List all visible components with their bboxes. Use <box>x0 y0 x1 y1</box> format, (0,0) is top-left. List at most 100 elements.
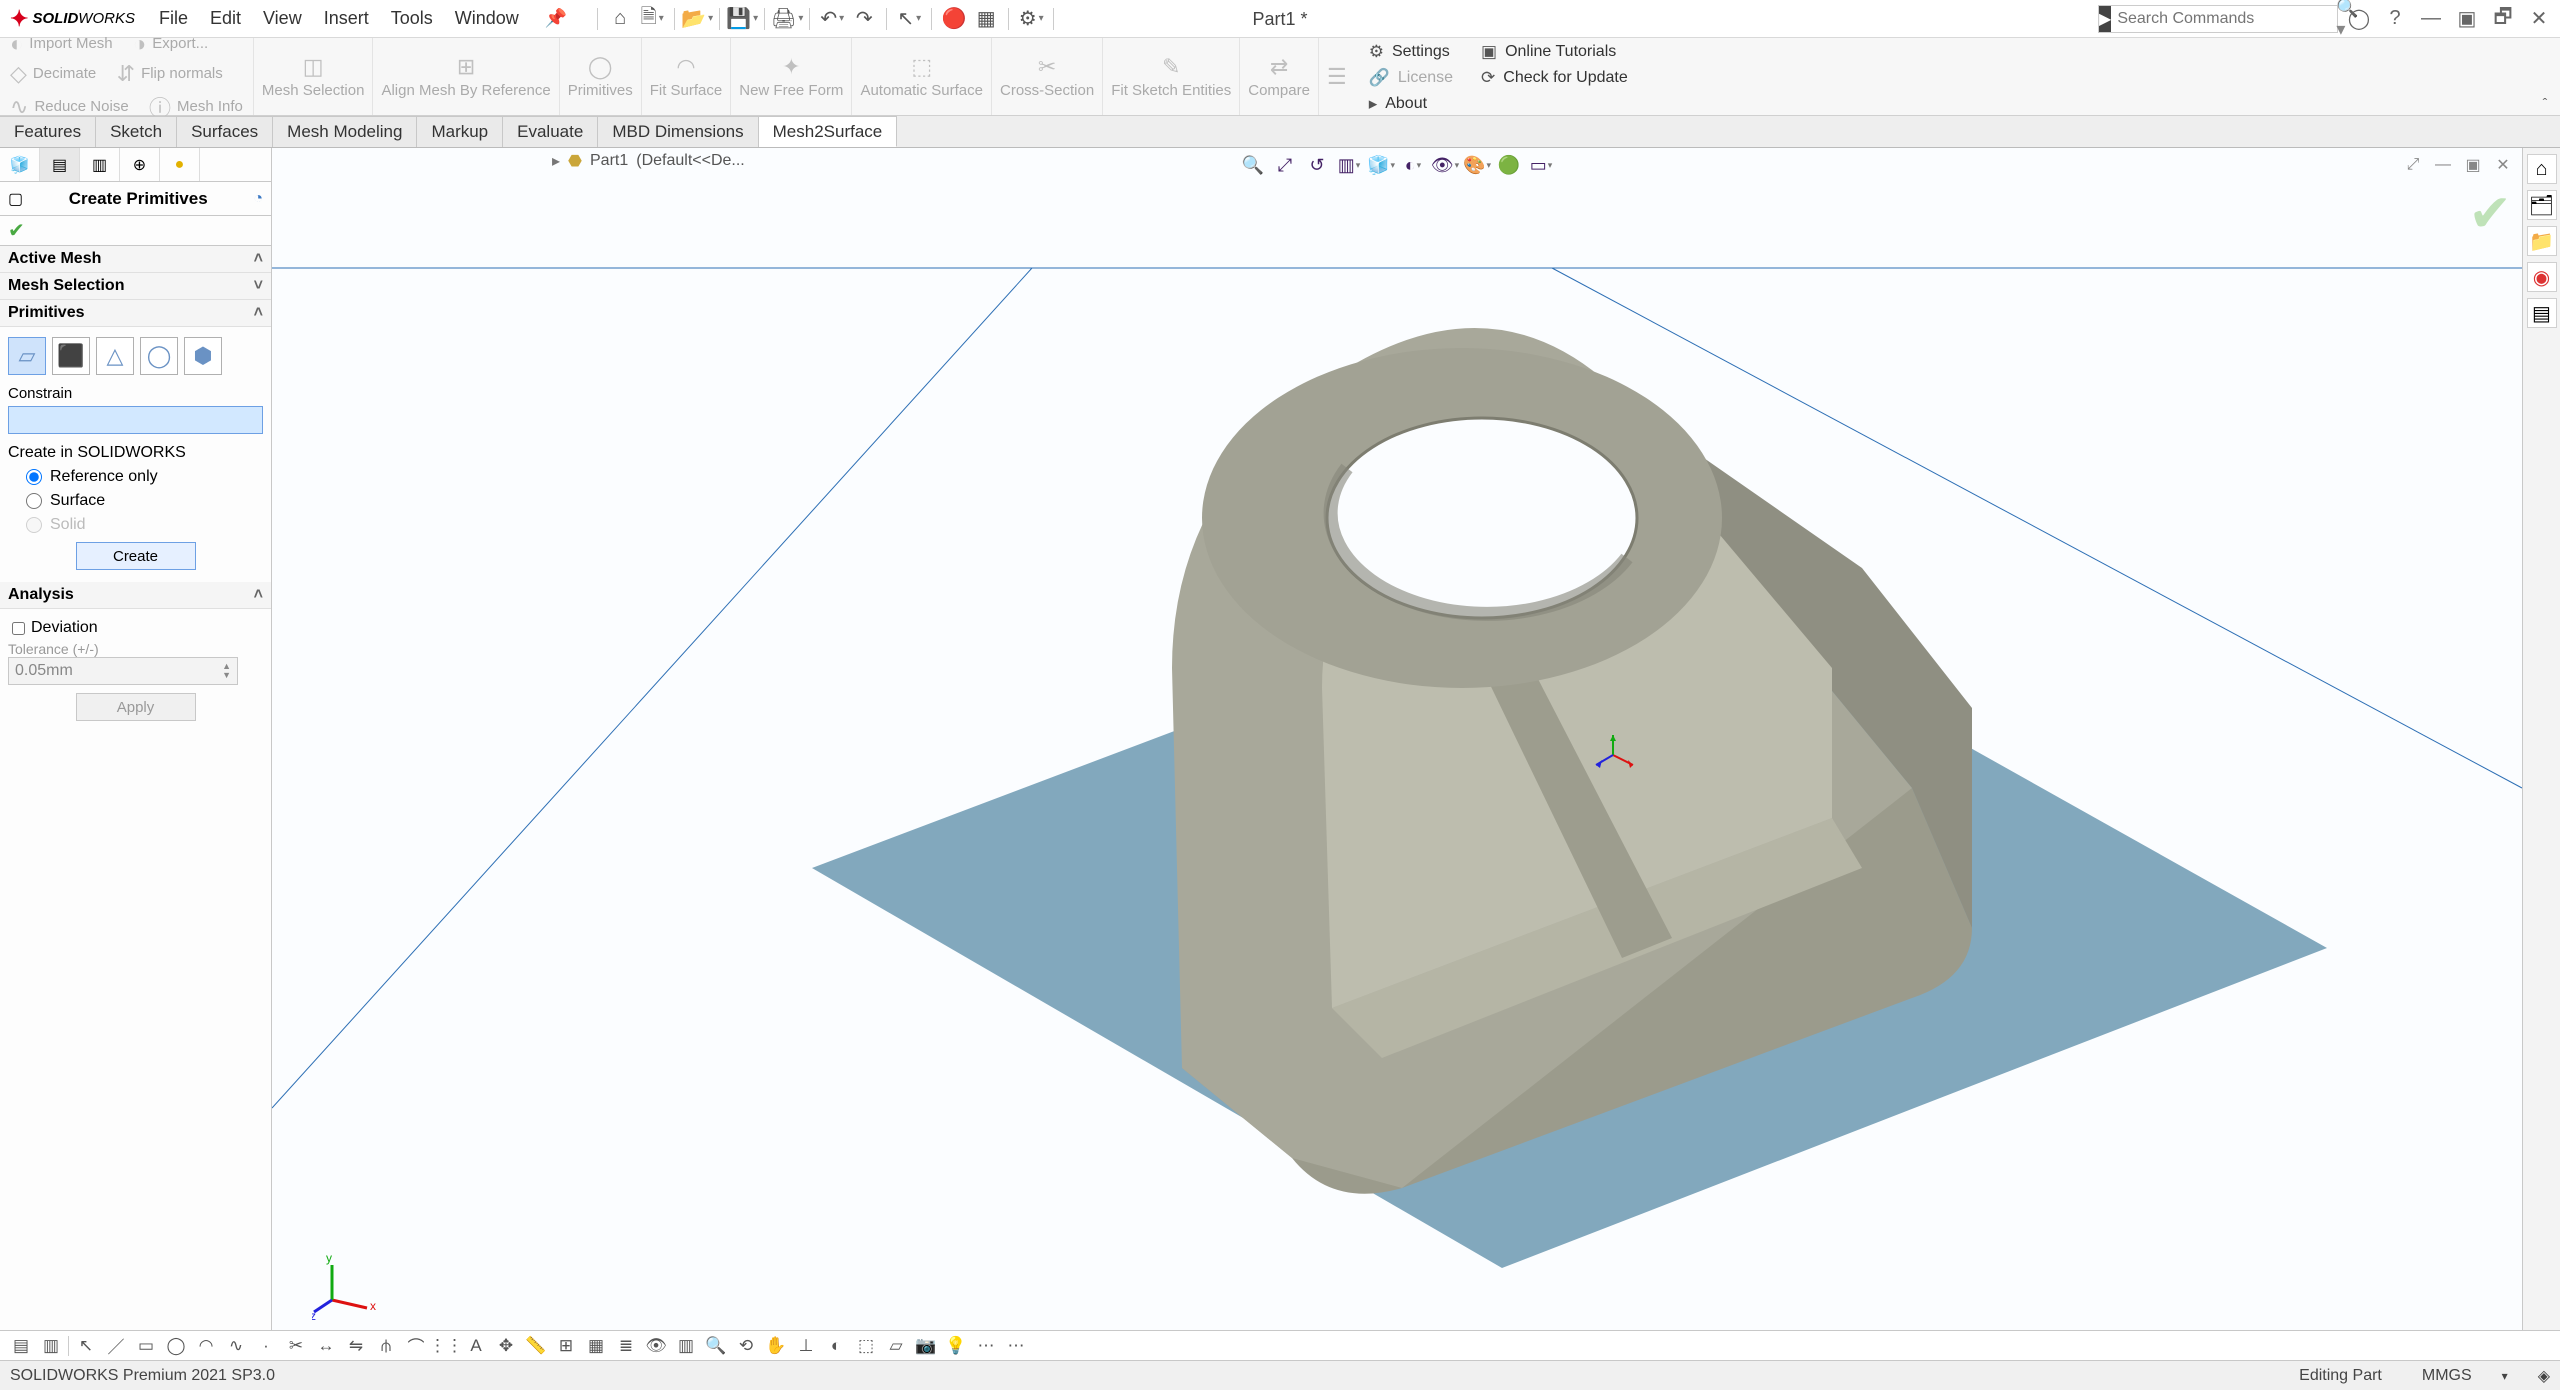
tab-sketch[interactable]: Sketch <box>96 116 177 147</box>
undo-icon[interactable]: ↶ <box>818 5 846 33</box>
trim-tool-icon[interactable]: ✂ <box>283 1333 309 1359</box>
camera-tool-icon[interactable]: 📷 <box>913 1333 939 1359</box>
settings-icon[interactable]: ⚙ <box>1017 5 1045 33</box>
prim-box-icon[interactable]: ⬢ <box>184 337 222 375</box>
more1-icon[interactable]: ⋯ <box>973 1333 999 1359</box>
ribbon-free-form[interactable]: ✦New Free Form <box>731 38 852 115</box>
view-orient-icon[interactable]: 🧊 <box>1368 152 1394 178</box>
tab-display-icon[interactable]: ⊕ <box>120 148 160 181</box>
ribbon-blank[interactable]: ☰ <box>1319 38 1355 115</box>
resources-icon[interactable]: 🗂 <box>2527 190 2557 220</box>
hide-show-icon[interactable]: 👁 <box>1432 152 1458 178</box>
ribbon-primitives[interactable]: ◯Primitives <box>560 38 642 115</box>
tutorials-row[interactable]: ▣Online Tutorials <box>1481 42 1628 62</box>
sect-primitives[interactable]: Primitives˄ <box>0 300 271 327</box>
create-button[interactable]: Create <box>76 542 196 570</box>
text-tool-icon[interactable]: A <box>463 1333 489 1359</box>
print-icon[interactable]: 🖨 <box>773 5 801 33</box>
sect-mesh-selection[interactable]: Mesh Selection˅ <box>0 273 271 300</box>
license-row[interactable]: 🔗License <box>1369 68 1453 88</box>
maximize-icon[interactable]: 🗗 <box>2488 4 2518 34</box>
deviation-checkbox[interactable]: Deviation <box>12 619 263 637</box>
ok-check-icon[interactable]: ✔ <box>8 218 25 243</box>
radio-surface[interactable]: Surface <box>26 492 263 510</box>
tab-markup[interactable]: Markup <box>417 116 503 147</box>
flip-label[interactable]: Flip normals <box>141 65 223 82</box>
circle-tool-icon[interactable]: ◯ <box>163 1333 189 1359</box>
view-palette-icon[interactable]: ◉ <box>2527 262 2557 292</box>
ribbon-auto-surface[interactable]: ⬚Automatic Surface <box>852 38 992 115</box>
restore-icon[interactable]: ▣ <box>2452 4 2482 34</box>
prev-view-icon[interactable]: ↺ <box>1304 152 1330 178</box>
import-mesh-label[interactable]: Import Mesh <box>29 35 112 52</box>
ribbon-mesh-selection[interactable]: ◫Mesh Selection <box>254 38 374 115</box>
tab-property-icon[interactable]: ▤ <box>40 148 80 181</box>
rect-tool-icon[interactable]: ▭ <box>133 1333 159 1359</box>
library-icon[interactable]: 📁 <box>2527 226 2557 256</box>
prim-cylinder-icon[interactable]: ⬛ <box>52 337 90 375</box>
about-row[interactable]: ▸About <box>1369 94 1453 114</box>
section-icon[interactable]: ▥ <box>1336 152 1362 178</box>
zoom-fit-icon[interactable]: 🔍 <box>1240 152 1266 178</box>
rebuild-icon[interactable]: 🔴 <box>940 5 968 33</box>
pan-tool-icon[interactable]: ✋ <box>763 1333 789 1359</box>
tab-appearances-icon[interactable]: ● <box>160 148 200 181</box>
prim-sphere-icon[interactable]: ◯ <box>140 337 178 375</box>
select-arrow-icon[interactable]: ↖ <box>73 1333 99 1359</box>
snap-tool-icon[interactable]: ⊞ <box>553 1333 579 1359</box>
menu-view[interactable]: View <box>253 5 312 32</box>
decimate-label[interactable]: Decimate <box>33 65 96 82</box>
prim-plane-icon[interactable]: ▱ <box>8 337 46 375</box>
radio-reference[interactable]: Reference only <box>26 468 263 486</box>
view-triad-icon[interactable]: x y z <box>312 1250 382 1320</box>
help-icon[interactable]: ? <box>2380 4 2410 34</box>
grid-tool-icon[interactable]: ▦ <box>583 1333 609 1359</box>
tab-features[interactable]: Features <box>0 116 96 147</box>
pattern-tool-icon[interactable]: ⋮⋮ <box>433 1333 459 1359</box>
minimize-icon[interactable]: — <box>2416 4 2446 34</box>
hide-tool-icon[interactable]: 👁 <box>643 1333 669 1359</box>
shade-tool-icon[interactable]: ◐ <box>823 1333 849 1359</box>
arc-tool-icon[interactable]: ◠ <box>193 1333 219 1359</box>
vp-max-icon[interactable]: ▣ <box>2462 154 2484 176</box>
persp-tool-icon[interactable]: ▱ <box>883 1333 909 1359</box>
vp-expand-icon[interactable]: ⤢ <box>2402 154 2424 176</box>
apply-button[interactable]: Apply <box>76 693 196 721</box>
tab-feature-tree-icon[interactable]: 🧊 <box>0 148 40 181</box>
options-icon[interactable]: ▦ <box>972 5 1000 33</box>
status-chev-icon[interactable]: ▾ <box>2502 1369 2508 1383</box>
zoom-area-icon[interactable]: ⤢ <box>1272 152 1298 178</box>
search-input[interactable] <box>2111 10 2330 28</box>
ribbon-compare[interactable]: ⇄Compare <box>1240 38 1319 115</box>
search-commands[interactable]: ▶ 🔍▾ <box>2098 5 2338 33</box>
vp-close-icon[interactable]: ✕ <box>2492 154 2514 176</box>
tolerance-field[interactable]: 0.05mm ▲▼ <box>8 657 238 685</box>
status-extra-icon[interactable]: ◈ <box>2538 1366 2550 1386</box>
tolerance-spinner[interactable]: ▲▼ <box>222 662 231 680</box>
appearance-icon[interactable]: 🎨 <box>1464 152 1490 178</box>
select-icon[interactable]: ↖ <box>895 5 923 33</box>
menu-edit[interactable]: Edit <box>200 5 251 32</box>
offset-tool-icon[interactable]: ⫛ <box>373 1333 399 1359</box>
model-tab-icon[interactable]: ▤ <box>8 1333 34 1359</box>
scene-icon[interactable]: 🟢 <box>1496 152 1522 178</box>
light-tool-icon[interactable]: 💡 <box>943 1333 969 1359</box>
home-icon[interactable]: ⌂ <box>606 5 634 33</box>
sect-analysis[interactable]: Analysis˄ <box>0 582 271 609</box>
save-icon[interactable]: 💾 <box>728 5 756 33</box>
mirror-tool-icon[interactable]: ⇋ <box>343 1333 369 1359</box>
appearances-pane-icon[interactable]: ▤ <box>2527 298 2557 328</box>
display-style-icon[interactable]: ◐ <box>1400 152 1426 178</box>
tab-mesh2surface[interactable]: Mesh2Surface <box>759 116 898 147</box>
ribbon-align-mesh[interactable]: ⊞Align Mesh By Reference <box>373 38 559 115</box>
render-icon[interactable]: ▭ <box>1528 152 1554 178</box>
tab-evaluate[interactable]: Evaluate <box>503 116 598 147</box>
noise-label[interactable]: Reduce Noise <box>34 98 128 115</box>
user-icon[interactable]: ◯ <box>2344 4 2374 34</box>
zoom2-tool-icon[interactable]: 🔍 <box>703 1333 729 1359</box>
rotate-tool-icon[interactable]: ⟲ <box>733 1333 759 1359</box>
status-units[interactable]: MMGS <box>2422 1367 2472 1385</box>
move-tool-icon[interactable]: ✥ <box>493 1333 519 1359</box>
more2-icon[interactable]: ⋯ <box>1003 1333 1029 1359</box>
prim-cone-icon[interactable]: △ <box>96 337 134 375</box>
